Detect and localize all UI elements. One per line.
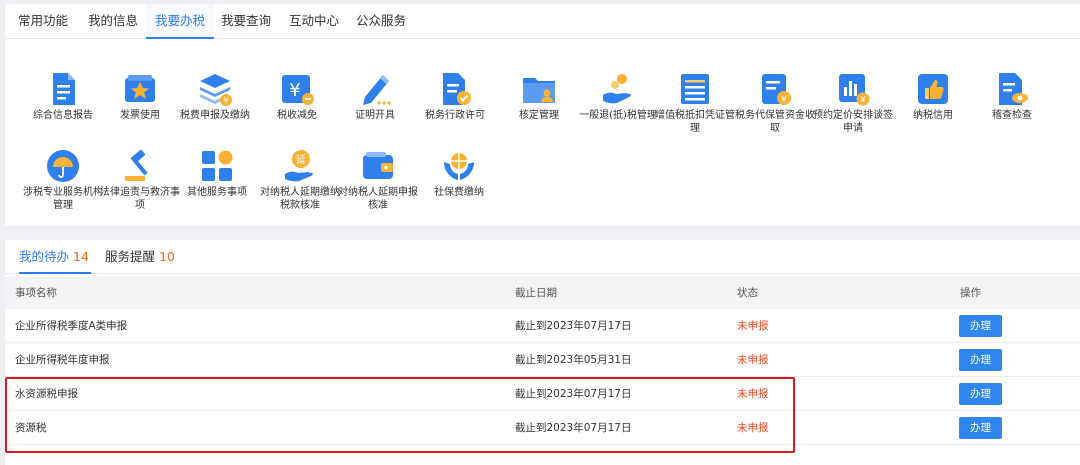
tab-label: 我的待办 [19, 249, 70, 264]
wallet-icon [363, 152, 393, 179]
func-custody-funds[interactable]: ¥ 税务代保管资金收取 [735, 71, 815, 135]
func-assessment-management[interactable]: 核定管理 [499, 71, 579, 122]
func-other-services[interactable]: 其他服务事项 [177, 148, 257, 199]
status-text: 未申报 [737, 320, 769, 332]
func-label: 税收减免 [277, 110, 317, 121]
handle-button[interactable]: 办理 [959, 349, 1002, 371]
handle-button[interactable]: 办理 [959, 383, 1002, 405]
func-comprehensive-report[interactable]: 综合信息报告 [23, 71, 103, 122]
func-deferred-payment-approval[interactable]: 延 对纳税人延期缴纳税款核准 [260, 148, 340, 212]
func-invoice-use[interactable]: 发票使用 [100, 71, 180, 122]
todo-tabs: 我的待办 14 服务提醒 10 [5, 240, 1080, 274]
func-refund-management[interactable]: 一般退(抵)税管理 [578, 71, 658, 122]
document-yuan-icon: ¥ [762, 74, 791, 105]
ledger-icon [681, 74, 709, 104]
func-tax-relief[interactable]: ¥ 税收减免 [257, 71, 337, 122]
func-label: 综合信息报告 [33, 110, 93, 121]
svg-text:延: 延 [296, 154, 306, 166]
header-item-name: 事项名称 [15, 287, 57, 299]
document-eye-icon [999, 73, 1028, 105]
deadline: 截止到2023年07月17日 [515, 320, 632, 332]
func-label: 对纳税人延期缴纳税款核准 [260, 187, 340, 211]
table-row: 企业所得税年度申报 截止到2023年05月31日 未申报 办理 [5, 343, 1080, 377]
item-name: 企业所得税季度A类申报 [15, 320, 128, 332]
func-label: 法律追责与救济事项 [100, 187, 180, 211]
deadline: 截止到2023年05月31日 [515, 354, 632, 366]
document-check-icon [443, 73, 471, 105]
func-social-security-payment[interactable]: 社保费缴纳 [419, 148, 499, 199]
tab-query[interactable]: 我要查询 [218, 4, 274, 39]
invoice-star-icon [125, 75, 155, 102]
function-panel: 常用功能 我的信息 我要办税 我要查询 互动中心 公众服务 综合信息报告 发票使… [5, 4, 1080, 226]
pen-icon [363, 75, 391, 105]
umbrella-icon [47, 150, 79, 182]
handle-button[interactable]: 办理 [959, 417, 1002, 439]
func-certificate-issue[interactable]: 证明开具 [335, 71, 415, 122]
item-name: 企业所得税年度申报 [15, 354, 110, 366]
tab-tax-handling[interactable]: 我要办税 [146, 4, 214, 39]
func-label: 一般退(抵)税管理 [579, 110, 657, 121]
svg-text:¥: ¥ [860, 96, 866, 106]
func-label: 增值税抵扣凭证管理 [655, 110, 735, 134]
func-professional-service[interactable]: 涉税专业服务机构管理 [23, 148, 103, 212]
func-deferred-declaration-approval[interactable]: 对纳税人延期申报核准 [338, 148, 418, 212]
reminder-count-badge: 10 [159, 249, 175, 264]
func-label: 涉税专业服务机构管理 [23, 187, 103, 211]
grid-icon [202, 150, 233, 181]
func-label: 其他服务事项 [187, 187, 247, 198]
func-pricing-arrangement[interactable]: ¥ 预约定价安排谈签申请 [813, 71, 893, 135]
tab-common-functions[interactable]: 常用功能 [15, 4, 71, 39]
svg-text:¥: ¥ [223, 96, 228, 105]
tab-my-info[interactable]: 我的信息 [85, 4, 141, 39]
func-vat-credit-voucher[interactable]: 增值税抵扣凭证管理 [655, 71, 735, 135]
func-label: 稽查检查 [992, 110, 1032, 121]
header-action: 操作 [960, 287, 981, 299]
table-row: 企业所得税季度A类申报 截止到2023年07月17日 未申报 办理 [5, 309, 1080, 343]
func-inspection[interactable]: 稽查检查 [972, 71, 1052, 122]
header-deadline: 截止日期 [515, 287, 557, 299]
hand-delay-icon: 延 [285, 150, 313, 182]
handle-button[interactable]: 办理 [959, 315, 1002, 337]
func-tax-credit[interactable]: 纳税信用 [893, 71, 973, 122]
func-label: 核定管理 [519, 110, 559, 121]
tab-service-reminders[interactable]: 服务提醒 10 [105, 240, 177, 274]
header-status: 状态 [737, 287, 758, 299]
func-legal-remedy[interactable]: 法律追责与救济事项 [100, 148, 180, 212]
func-admin-license[interactable]: 税务行政许可 [415, 71, 495, 122]
tab-interaction-center[interactable]: 互动中心 [286, 4, 342, 39]
func-label: 发票使用 [120, 110, 160, 121]
func-label: 预约定价安排谈签申请 [813, 110, 893, 134]
func-label: 税费申报及缴纳 [180, 110, 250, 121]
svg-text:¥: ¥ [781, 95, 787, 105]
hand-coin-icon [603, 74, 631, 104]
func-label: 税务行政许可 [425, 110, 485, 121]
gavel-icon [125, 149, 148, 181]
chart-yuan-icon: ¥ [839, 74, 870, 106]
document-report-icon [53, 73, 75, 105]
func-label: 社保费缴纳 [434, 187, 484, 198]
todo-count-badge: 14 [73, 249, 89, 264]
main-tabs: 常用功能 我的信息 我要办税 我要查询 互动中心 公众服务 [5, 4, 1080, 39]
tab-my-todo[interactable]: 我的待办 14 [19, 240, 91, 274]
status-text: 未申报 [737, 354, 769, 366]
svg-text:¥: ¥ [289, 80, 300, 101]
func-label: 证明开具 [355, 110, 395, 121]
func-tax-declare-pay[interactable]: ¥ 税费申报及缴纳 [175, 71, 255, 122]
func-label: 纳税信用 [913, 110, 953, 121]
tab-label: 服务提醒 [105, 249, 156, 264]
tab-public-service[interactable]: 公众服务 [353, 4, 409, 39]
func-label: 对纳税人延期申报核准 [338, 187, 418, 211]
globe-hands-icon [444, 153, 474, 180]
folder-person-icon [523, 78, 555, 103]
annotation-highlight-box [5, 377, 795, 453]
func-label: 税务代保管资金收取 [735, 110, 815, 134]
table-header: 事项名称 截止日期 状态 操作 [5, 277, 1080, 309]
layers-tax-icon: ¥ [200, 74, 232, 106]
thumbs-up-icon [918, 74, 948, 104]
yuan-minus-icon: ¥ [282, 75, 314, 105]
